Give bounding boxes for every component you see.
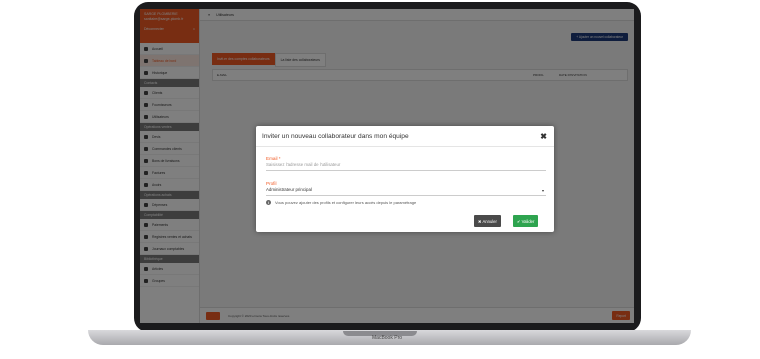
validate-button[interactable]: ✔ Valider [513, 215, 539, 227]
cancel-button[interactable]: ✖ Annuler [474, 215, 501, 227]
invite-modal: Inviter un nouveau collaborateur dans mo… [256, 126, 554, 232]
profile-select[interactable]: Profil Administrateur principal ▾ [266, 181, 546, 196]
info-icon: i [266, 200, 271, 205]
chevron-down-icon[interactable]: ▾ [542, 188, 544, 193]
email-input[interactable]: Saisissez l'adresse mail de l'utilisateu… [266, 162, 546, 167]
email-field[interactable]: Email * Saisissez l'adresse mail de l'ut… [266, 156, 546, 171]
info-text: Vous pouvez ajouter des profils et confi… [275, 200, 417, 205]
close-icon[interactable]: ✖ [540, 132, 547, 141]
device-label: MacBook Pro [372, 335, 403, 341]
email-label: Email * [266, 156, 281, 161]
modal-title: Inviter un nouveau collaborateur dans mo… [262, 132, 409, 140]
profile-value: Administrateur principal [266, 187, 312, 192]
app-screen: SARGE PLOMBERIE sanitaire@sarge-plomb.fr… [140, 9, 634, 323]
info-note: i Vous pouvez ajouter des profils et con… [266, 200, 416, 205]
profile-label: Profil [266, 181, 277, 186]
